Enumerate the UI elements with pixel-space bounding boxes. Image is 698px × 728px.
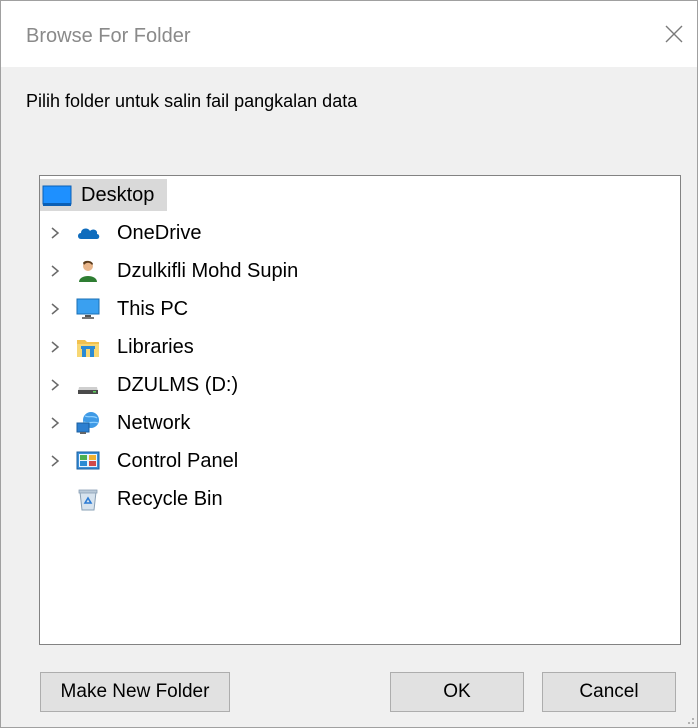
make-new-folder-button[interactable]: Make New Folder [40, 672, 230, 712]
folder-tree[interactable]: Desktop OneDrive Dzulkifli Mohd Supin Th… [39, 175, 681, 645]
tree-item-label: Libraries [117, 336, 194, 358]
tree-item-label: Network [117, 412, 191, 434]
tree-item-drive-d[interactable]: DZULMS (D:) [40, 368, 680, 402]
chevron-right-icon[interactable] [48, 301, 62, 317]
tree-item-label: DZULMS (D:) [117, 374, 239, 396]
tree-item-this-pc[interactable]: This PC [40, 292, 680, 326]
chevron-right-icon[interactable] [48, 415, 62, 431]
control-panel-icon [76, 451, 100, 470]
close-icon [665, 25, 683, 43]
ok-button[interactable]: OK [390, 672, 524, 712]
tree-item-desktop[interactable]: Desktop [40, 178, 680, 212]
tree-item-label: Dzulkifli Mohd Supin [117, 260, 299, 282]
network-icon [76, 412, 99, 434]
recycle-bin-icon [78, 489, 98, 511]
onedrive-cloud-icon [78, 228, 100, 239]
tree-item-onedrive[interactable]: OneDrive [40, 216, 680, 250]
tree-item-label: This PC [117, 298, 189, 320]
close-button[interactable] [651, 11, 697, 57]
tree-item-network[interactable]: Network [40, 406, 680, 440]
tree-item-libraries[interactable]: Libraries [40, 330, 680, 364]
desktop-icon [42, 185, 72, 206]
tree-item-label: Control Panel [117, 450, 239, 472]
tree-item-label: OneDrive [117, 222, 202, 244]
cancel-button[interactable]: Cancel [542, 672, 676, 712]
browse-folder-dialog: Browse For Folder Pilih folder untuk sal… [0, 0, 698, 728]
title-bar: Browse For Folder [1, 1, 697, 67]
dialog-prompt: Pilih folder untuk salin fail pangkalan … [26, 91, 358, 111]
user-icon [79, 260, 97, 282]
chevron-right-icon[interactable] [48, 453, 62, 469]
resize-grip-icon[interactable] [685, 715, 695, 725]
drive-icon [78, 387, 98, 394]
tree-item-label: Recycle Bin [117, 488, 223, 510]
chevron-right-icon[interactable] [48, 377, 62, 393]
tree-item-control-panel[interactable]: Control Panel [40, 444, 680, 478]
dialog-title: Browse For Folder [26, 25, 191, 47]
this-pc-icon [76, 298, 100, 319]
libraries-icon [77, 340, 99, 357]
tree-item-label: Desktop [81, 184, 155, 206]
tree-item-user[interactable]: Dzulkifli Mohd Supin [40, 254, 680, 288]
chevron-right-icon[interactable] [48, 225, 62, 241]
tree-item-recycle-bin[interactable]: Recycle Bin [40, 482, 680, 516]
chevron-right-icon[interactable] [48, 339, 62, 355]
chevron-right-icon[interactable] [48, 263, 62, 279]
